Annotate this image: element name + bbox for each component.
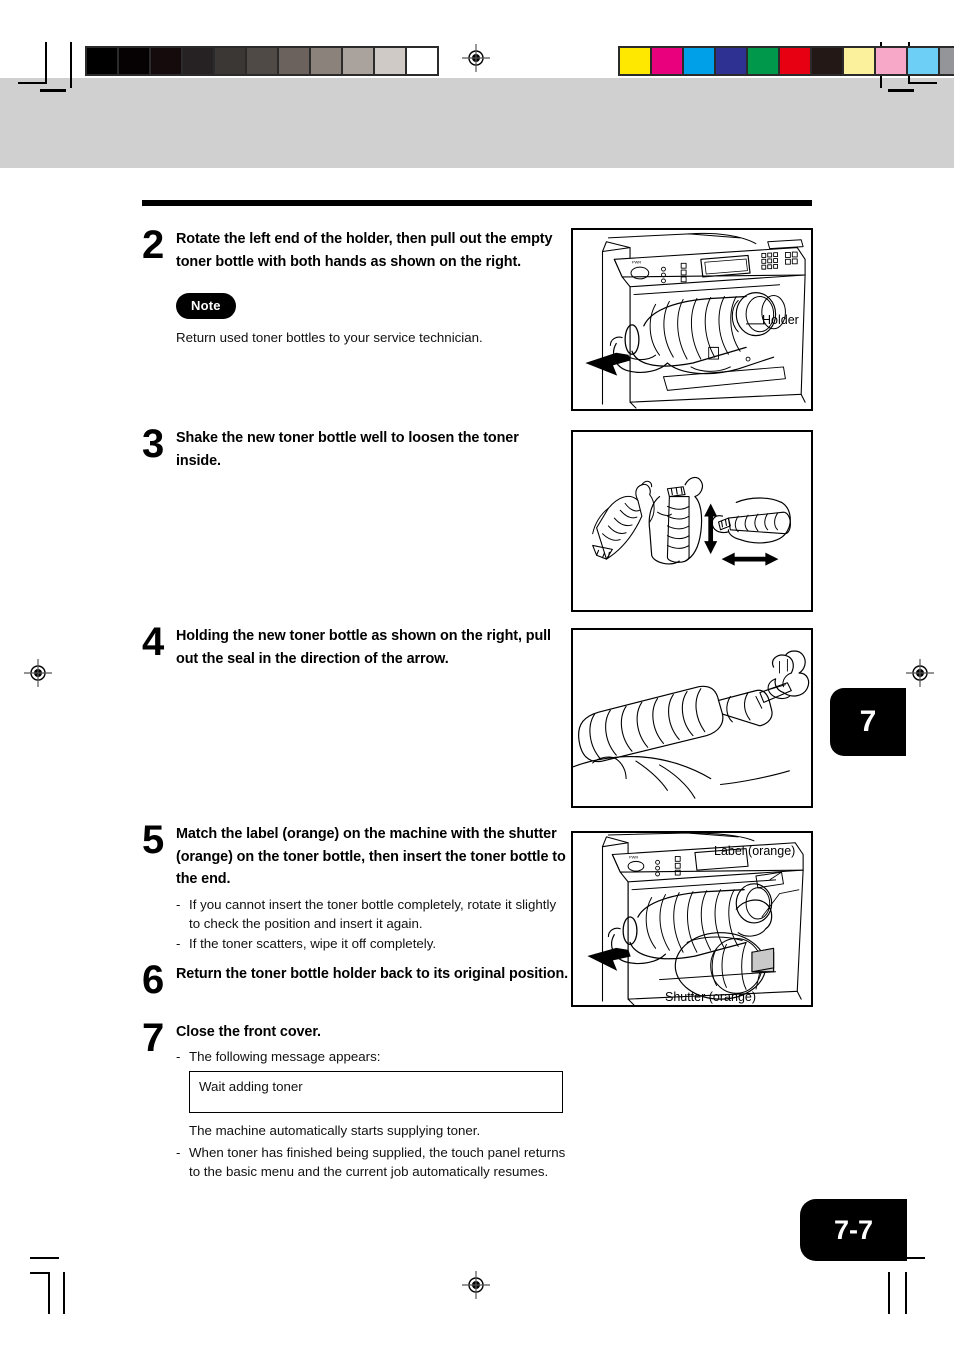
substep-dash: -: [176, 1048, 181, 1064]
figure-step-4: [571, 628, 813, 808]
figure-step-3: [571, 430, 813, 612]
substep-dash: -: [176, 935, 181, 951]
figure-5-callout-shutter-orange: Shutter (orange): [665, 990, 757, 1004]
step-2-title: Rotate the left end of the holder, then …: [176, 231, 553, 270]
step-5-title: Match the label (orange) on the machine …: [176, 826, 566, 887]
step-5-substeps: - If you cannot insert the toner bottle …: [176, 895, 567, 954]
step-4: 4 Holding the new toner bottle as shown …: [142, 620, 574, 670]
step-5-substep-1-text: If you cannot insert the toner bottle co…: [189, 896, 557, 932]
step-7-after-message: The machine automatically starts supplyi…: [189, 1123, 481, 1138]
figure-5-callout-label-orange: Label (orange): [714, 844, 796, 858]
header-rule: [142, 200, 812, 206]
page-number-text: 7-7: [833, 1214, 874, 1245]
pull-seal-drawing: [573, 650, 810, 799]
chapter-tab-number: 7: [859, 705, 877, 738]
step-2-note-text: Return used toner bottles to your servic…: [176, 330, 483, 345]
step-5: 5 Match the label (orange) on the machin…: [142, 818, 567, 954]
step-5-substep-1: - If you cannot insert the toner bottle …: [176, 895, 567, 934]
step-7-substep-intro: - The following message appears:: [176, 1047, 572, 1067]
page-number-tab: 7-7: [800, 1199, 907, 1261]
svg-text:PWR: PWR: [629, 854, 638, 859]
step-3: 3 Shake the new toner bottle well to loo…: [142, 422, 562, 472]
substep-dash: -: [176, 896, 181, 912]
step-7-substep-last: - When toner has finished being supplied…: [176, 1143, 572, 1182]
chapter-tab: 7: [830, 688, 906, 756]
step-4-title: Holding the new toner bottle as shown on…: [176, 628, 551, 667]
step-7-title: Close the front cover.: [176, 1024, 321, 1040]
step-4-number: 4: [142, 620, 164, 664]
shake-toner-bottle-drawing: [592, 476, 791, 566]
step-5-substep-2: - If the toner scatters, wipe it off com…: [176, 934, 567, 954]
step-5-substep-2-text: If the toner scatters, wipe it off compl…: [189, 935, 437, 951]
step-6: 6 Return the toner bottle holder back to…: [142, 958, 572, 1002]
insert-toner-bottle-drawing: PWR: [587, 833, 804, 1005]
step-7-number: 7: [142, 1016, 164, 1060]
note-badge: Note: [176, 293, 236, 319]
touch-panel-message-text: Wait adding toner: [199, 1079, 303, 1094]
page-content: 2 Rotate the left end of the holder, the…: [0, 0, 954, 1351]
step-6-title: Return the toner bottle holder back to i…: [176, 966, 569, 982]
step-3-number: 3: [142, 422, 164, 466]
svg-text:PWR: PWR: [632, 259, 641, 264]
figure-2-callout-holder: Holder: [762, 313, 799, 327]
step-3-title: Shake the new toner bottle well to loose…: [176, 430, 519, 469]
step-2: 2 Rotate the left end of the holder, the…: [142, 223, 562, 347]
step-7-substep-last-text: When toner has finished being supplied, …: [189, 1144, 566, 1180]
substep-dash: -: [176, 1144, 181, 1160]
step-6-number: 6: [142, 958, 164, 1002]
step-5-number: 5: [142, 818, 164, 862]
touch-panel-message-box: Wait adding toner: [189, 1071, 563, 1113]
step-7: 7 Close the front cover. - The following…: [142, 1016, 572, 1182]
step-2-number: 2: [142, 223, 164, 267]
step-7-substep-intro-text: The following message appears:: [189, 1048, 381, 1064]
